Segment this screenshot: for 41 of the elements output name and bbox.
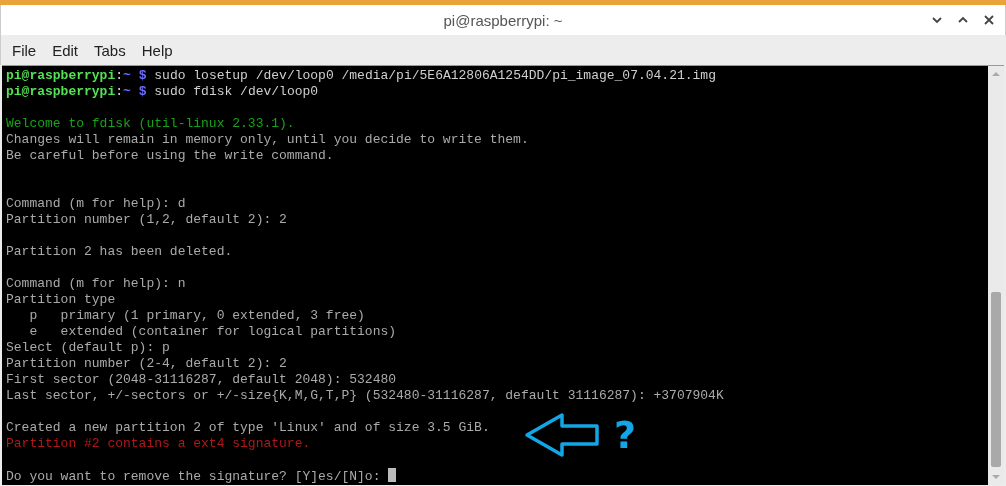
prompt-separator: : — [115, 84, 124, 99]
output-line: Command (m for help): d — [6, 196, 186, 211]
window-title: pi@raspberrypi: ~ — [443, 11, 563, 29]
close-icon[interactable] — [983, 14, 995, 26]
prompt-path: ~ — [123, 84, 131, 99]
scrollbar-thumb[interactable] — [991, 292, 1001, 467]
command-text: sudo fdisk /dev/loop0 — [154, 84, 319, 99]
prompt-question: Do you want to remove the signature? [Y]es/[N]o: — [6, 469, 382, 484]
prompt-separator: : — [115, 68, 124, 83]
prompt-path: ~ — [123, 68, 131, 83]
command-text: sudo losetup /dev/loop0 /media/pi/5E6A12806A1254DD/pi_image_07.04.21.img — [154, 68, 716, 83]
menu-item[interactable]: Help — [133, 41, 181, 59]
prompt-symbol: $ — [138, 68, 147, 83]
scroll-down-icon[interactable] — [991, 474, 1001, 480]
scrollbar[interactable] — [988, 66, 1004, 485]
prompt-symbol: $ — [138, 84, 147, 99]
output-line: Partition 2 has been deleted. — [6, 244, 233, 259]
output-line: Changes will remain in memory only, until you decide to write them. — [6, 132, 529, 147]
scroll-up-icon[interactable] — [991, 71, 1001, 77]
minimize-icon[interactable] — [931, 14, 943, 26]
output-line: e extended (container for logical partitions) — [28, 324, 397, 339]
output-line: Partition type — [6, 292, 116, 307]
text-cursor — [388, 468, 397, 482]
output-line: p primary (1 primary, 0 extended, 3 free) — [28, 308, 365, 323]
output-line: Command (m for help): n — [6, 276, 186, 291]
menu-item[interactable]: File — [4, 41, 45, 59]
left-arrow-icon — [524, 412, 600, 458]
output-line: Welcome to fdisk (util-linux 2.33.1). — [6, 116, 295, 131]
output-line: Partition #2 contains a ext4 signature. — [6, 436, 311, 451]
output-line: Created a new partition 2 of type 'Linux' and of size 3.5 GiB. — [6, 420, 490, 435]
menu-item[interactable]: Tabs — [86, 41, 134, 59]
output-line: Partition number (1,2, default 2): 2 — [6, 212, 287, 227]
question-mark: ? — [614, 415, 637, 455]
prompt-user: pi@raspberrypi — [6, 68, 116, 83]
output-line: Last sector, +/-sectors or +/-size{K,M,G,T,P} (532480-31116287, default 31116287): +3707904K — [6, 388, 724, 403]
output-line: Partition number (2-4, default 2): 2 — [6, 356, 287, 371]
prompt-user: pi@raspberrypi — [6, 84, 116, 99]
output-line: First sector (2048-31116287, default 2048): 532480 — [6, 372, 397, 387]
output-line: Be careful before using the write command. — [6, 148, 334, 163]
output-line: Select (default p): p — [6, 340, 170, 355]
menu-item[interactable]: Edit — [44, 41, 87, 59]
